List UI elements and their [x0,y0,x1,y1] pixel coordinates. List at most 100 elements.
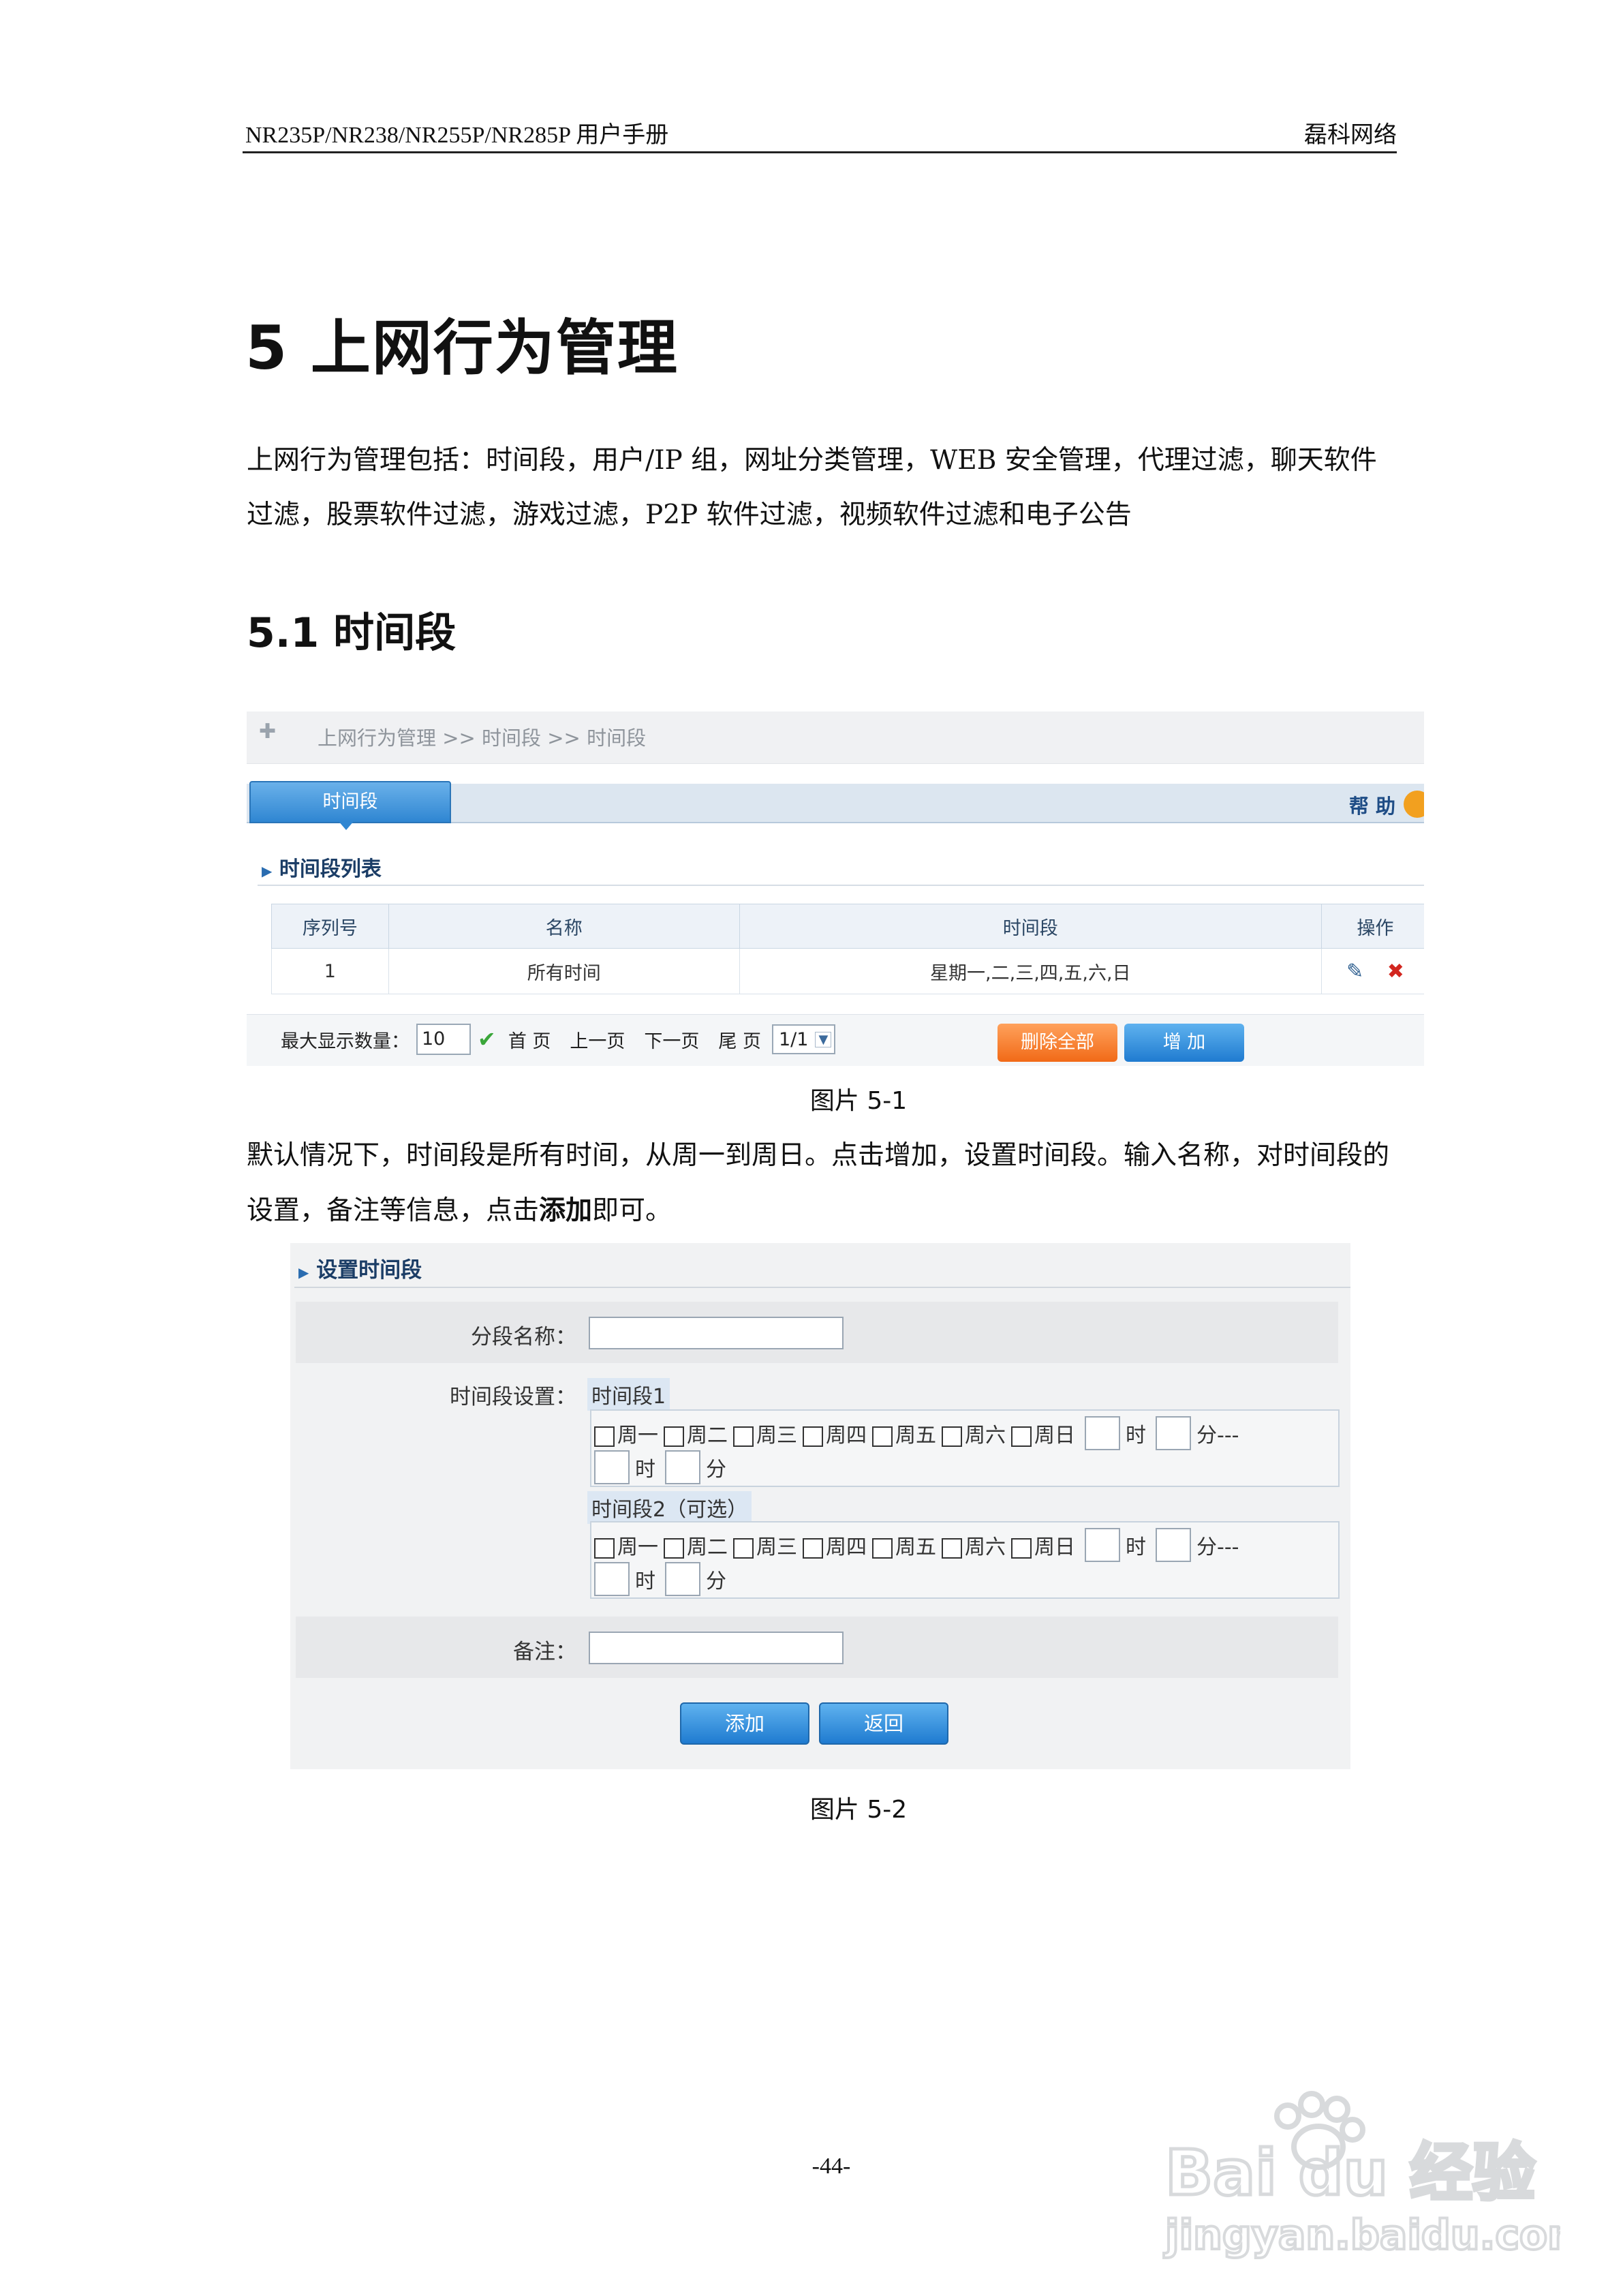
header-company: 磊科网络 [1304,121,1397,149]
start-hour-input[interactable] [1085,1416,1120,1450]
period2-box: 周一 周二 周三 周四 周五 周六 周日 时 分--- 时 分 [590,1521,1340,1599]
name-input[interactable] [589,1317,844,1349]
cell-actions: ✎ ✖ [1320,948,1424,994]
column-header: 名称 [388,904,740,949]
end-hour-input[interactable] [594,1562,630,1596]
body-text-bold: 添加 [539,1195,593,1226]
day-checkbox[interactable]: 周三 [733,1418,797,1448]
note-input[interactable] [589,1632,844,1664]
tab-pointer [338,821,354,830]
add-button[interactable]: 增 加 [1124,1024,1244,1062]
back-button[interactable]: 返回 [819,1702,948,1745]
plus-icon: ✚ [259,720,277,744]
minute-to-label: 分--- [1196,1424,1239,1448]
form-title: ▶ 设置时间段 [298,1253,422,1283]
day-checkbox[interactable]: 周二 [664,1418,728,1448]
hour-label: 时 [1126,1424,1146,1448]
hour-label: 时 [635,1458,655,1482]
end-minute-input[interactable] [665,1562,700,1596]
section-title: 5.1 时间段 [247,609,457,657]
day-checkbox[interactable]: 周四 [803,1530,867,1560]
page-select-value: 1/1 [779,1028,809,1050]
start-minute-input[interactable] [1156,1528,1191,1562]
column-header: 操作 [1320,904,1424,949]
triangle-right-icon: ▶ [298,1264,309,1281]
prev-page-link[interactable]: 上一页 [570,1026,625,1053]
period2-title: 时间段2（可选） [587,1491,752,1524]
page-select[interactable]: 1/1 ▼ [772,1024,836,1054]
form-title-text: 设置时间段 [316,1258,422,1283]
day-checkbox[interactable]: 周二 [664,1530,728,1560]
form-divider [294,1287,1350,1288]
day-checkbox[interactable]: 周日 [1011,1418,1075,1448]
start-hour-input[interactable] [1085,1528,1120,1562]
period1-days: 周一 周二 周三 周四 周五 周六 周日 时 分--- [594,1416,1239,1450]
hour-label: 时 [635,1570,655,1593]
paw-logo-icon: Bai du 经验 jingyan.baidu.com [1162,2091,1592,2261]
period1-end-time: 时 分 [594,1450,726,1484]
last-page-link[interactable]: 尾 页 [718,1026,761,1053]
watermark-brand: Bai du 经验 [1165,2137,1535,2209]
delete-all-button[interactable]: 删除全部 [998,1024,1117,1062]
minute-label: 分 [706,1570,726,1593]
end-minute-input[interactable] [665,1450,700,1484]
body-text-2: 即可。 [592,1195,673,1226]
list-title-text: 时间段列表 [279,857,382,881]
end-hour-input[interactable] [594,1450,630,1484]
period1-title: 时间段1 [587,1378,670,1411]
minute-to-label: 分--- [1196,1535,1239,1559]
day-checkbox[interactable]: 周日 [1011,1530,1075,1560]
tab-time-period[interactable]: 时间段 [249,781,451,823]
pager: 最大显示数量： 10 ✔ 首 页 上一页 下一页 尾 页 1/1 ▼ [281,1024,836,1055]
hour-label: 时 [1126,1535,1146,1559]
day-checkbox[interactable]: 周六 [942,1418,1006,1448]
cell-period: 星期一,二,三,四,五,六,日 [739,948,1322,994]
time-period-table: 序列号 名称 时间段 操作 1 所有时间 星期一,二,三,四,五,六,日 ✎ ✖ [271,904,1424,994]
next-page-link[interactable]: 下一页 [644,1026,699,1053]
day-checkbox[interactable]: 周五 [872,1418,936,1448]
body-text-1: 默认情况下，时间段是所有时间，从周一到周日。点击增加，设置时间段。输入名称，对时… [247,1140,1390,1226]
period2-end-time: 时 分 [594,1562,726,1596]
breadcrumb: 上网行为管理 >> 时间段 >> 时间段 [318,726,647,750]
figure1-caption: 图片 5-1 [809,1087,908,1115]
minute-label: 分 [706,1458,726,1482]
body-paragraph: 默认情况下，时间段是所有时间，从周一到周日。点击增加，设置时间段。输入名称，对时… [247,1129,1398,1238]
chevron-down-icon: ▼ [815,1031,832,1047]
list-divider [258,885,1424,886]
header-title: NR235P/NR238/NR255P/NR285P 用户手册 [245,123,669,148]
delete-x-icon[interactable]: ✖ [1387,960,1404,983]
baidu-jingyan-watermark: Bai du 经验 jingyan.baidu.com [1151,2085,1592,2263]
check-icon[interactable]: ✔ [478,1026,496,1052]
day-checkbox[interactable]: 周五 [872,1530,936,1560]
period-label: 时间段设置： [450,1385,576,1409]
max-display-label: 最大显示数量： [281,1030,409,1052]
max-display-input[interactable]: 10 [416,1024,471,1055]
start-minute-input[interactable] [1156,1416,1191,1450]
day-checkbox[interactable]: 周一 [594,1418,658,1448]
table-row: 1 所有时间 星期一,二,三,四,五,六,日 ✎ ✖ [271,948,1424,994]
triangle-right-icon: ▶ [262,863,273,879]
table-header-row: 序列号 名称 时间段 操作 [271,904,1424,949]
first-page-link[interactable]: 首 页 [508,1026,551,1053]
name-label: 分段名称： [471,1325,576,1349]
day-checkbox[interactable]: 周六 [942,1530,1006,1560]
edit-pencil-icon[interactable]: ✎ [1346,960,1363,983]
watermark-url: jingyan.baidu.com [1164,2211,1560,2259]
add-button[interactable]: 添加 [680,1702,809,1745]
cell-name: 所有时间 [388,948,740,994]
period1-box: 周一 周二 周三 周四 周五 周六 周日 时 分--- 时 分 [590,1409,1340,1487]
chapter-title: 5 上网行为管理 [245,313,679,383]
figure-set-time-period: ▶ 设置时间段 分段名称： 时间段设置： 时间段1 周一 周二 周三 周四 周五… [290,1243,1350,1769]
column-header: 序列号 [271,904,389,949]
day-checkbox[interactable]: 周三 [733,1530,797,1560]
header-rule [243,151,1397,153]
intro-paragraph: 上网行为管理包括：时间段，用户/IP 组，网址分类管理，WEB 安全管理，代理过… [247,445,1377,530]
day-checkbox[interactable]: 周一 [594,1530,658,1560]
page-number: -44- [812,2154,851,2179]
figure2-caption: 图片 5-2 [809,1796,908,1824]
cell-index: 1 [271,948,389,994]
list-title: ▶ 时间段列表 [262,852,382,882]
day-checkbox[interactable]: 周四 [803,1418,867,1448]
help-link[interactable]: 帮 助 [1349,791,1395,819]
figure-time-period-list: ✚ 上网行为管理 >> 时间段 >> 时间段 时间段 帮 助 ▶ 时间段列表 序… [247,711,1424,1066]
